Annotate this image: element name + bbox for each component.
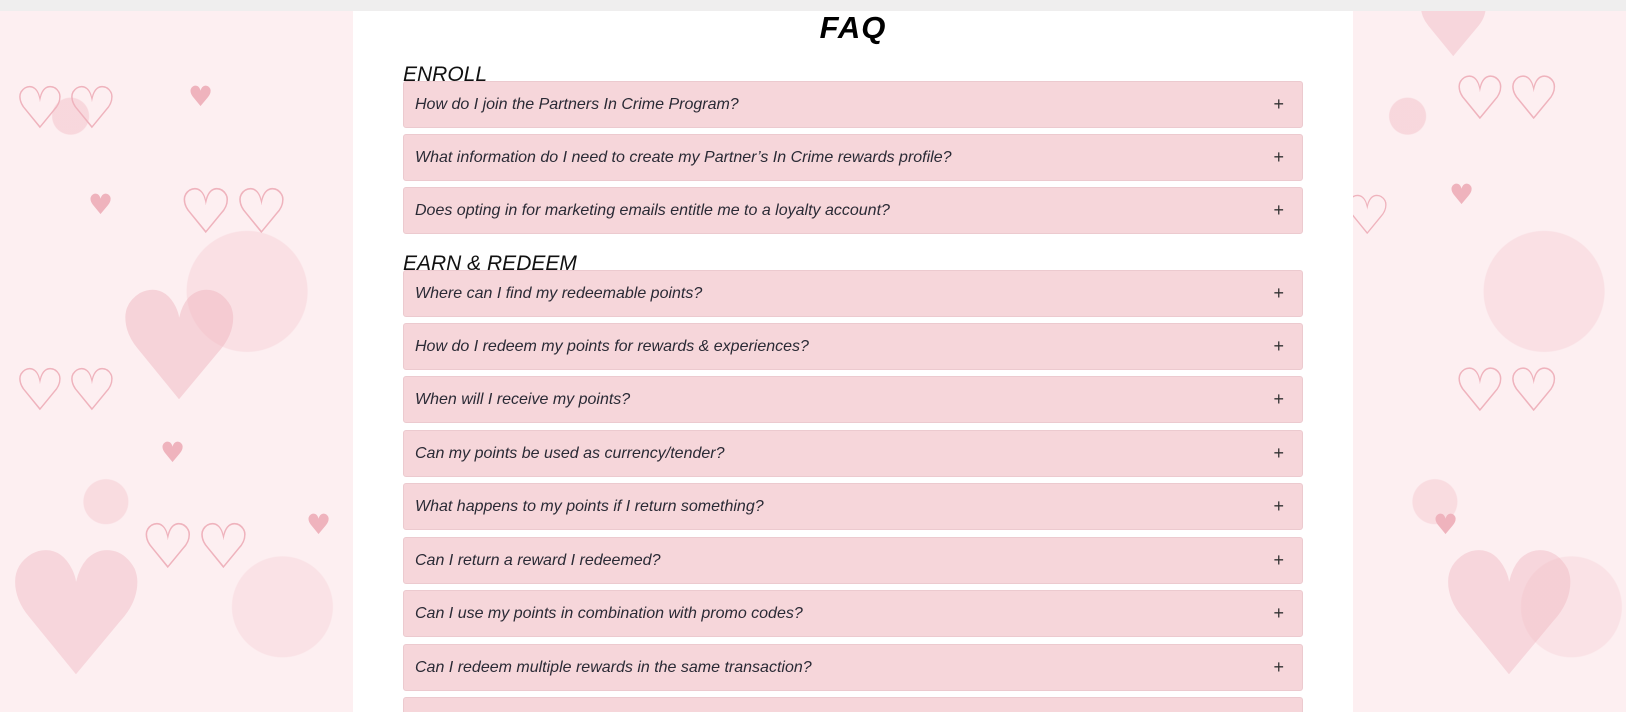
faq-item[interactable]: Does opting in for marketing emails enti… — [403, 187, 1303, 234]
background-pattern-right: ♥ ♡♡ ♥ ♡ ♡♡ ♥ ♥ — [1353, 11, 1626, 712]
plus-icon[interactable]: + — [1273, 538, 1284, 583]
plus-icon[interactable]: + — [1273, 591, 1284, 636]
faq-question: How do I join the Partners In Crime Prog… — [415, 96, 739, 113]
faq-question: Can I redeem multiple rewards in the sam… — [415, 659, 812, 676]
heart-icon: ♥ — [112, 261, 247, 435]
plus-icon[interactable]: + — [1273, 431, 1284, 476]
faq-question: Can my points be used as currency/tender… — [415, 445, 725, 462]
handcuff-icon: ♡♡ — [14, 74, 118, 142]
plus-icon[interactable]: + — [1273, 377, 1284, 422]
faq-item[interactable]: What happens to my points if I return so… — [403, 483, 1303, 530]
faq-item[interactable]: When will I receive my points? + — [403, 376, 1303, 423]
faq-question: What happens to my points if I return so… — [415, 498, 764, 515]
plus-icon[interactable]: + — [1273, 188, 1284, 233]
faq-item[interactable]: What information do I need to create my … — [403, 134, 1303, 181]
heart-icon: ♥ — [188, 80, 214, 113]
plus-icon[interactable]: + — [1273, 645, 1284, 690]
faq-item-partial[interactable] — [403, 697, 1303, 712]
plus-icon[interactable]: + — [1273, 82, 1284, 127]
handcuff-icon: ♡ — [1353, 184, 1392, 247]
heart-icon: ♥ — [1433, 517, 1586, 712]
faq-item[interactable]: Can my points be used as currency/tender… — [403, 430, 1303, 477]
page-title: FAQ — [819, 10, 887, 45]
faq-item[interactable]: How do I redeem my points for rewards & … — [403, 323, 1303, 370]
faq-question: Where can I find my redeemable points? — [415, 285, 703, 302]
heart-icon: ♥ — [1449, 178, 1475, 211]
handcuff-icon: ♡♡ — [1453, 64, 1561, 134]
faq-item[interactable]: Can I use my points in combination with … — [403, 590, 1303, 637]
top-strip — [0, 0, 1626, 11]
handcuff-icon: ♡♡ — [1453, 356, 1561, 426]
background-pattern-left: ♡♡ ♥ ♡♡ ♥ ♥ ♡♡ ♥ ♡♡ ♥ ♥ — [0, 11, 353, 712]
faq-item[interactable]: Can I return a reward I redeemed? + — [403, 537, 1303, 584]
faq-question: Does opting in for marketing emails enti… — [415, 202, 890, 219]
faq-question: How do I redeem my points for rewards & … — [415, 338, 809, 355]
faq-item[interactable]: How do I join the Partners In Crime Prog… — [403, 81, 1303, 128]
faq-question: What information do I need to create my … — [415, 149, 952, 166]
faq-item[interactable]: Where can I find my redeemable points? + — [403, 270, 1303, 317]
faq-question: When will I receive my points? — [415, 391, 631, 408]
heart-icon: ♥ — [1413, 11, 1494, 78]
plus-icon[interactable]: + — [1273, 484, 1284, 529]
faq-panel: FAQ ENROLL How do I join the Partners In… — [353, 11, 1353, 712]
faq-question: Can I return a reward I redeemed? — [415, 552, 661, 569]
handcuff-icon: ♡♡ — [14, 356, 118, 424]
handcuff-icon: ♡♡ — [140, 510, 252, 583]
plus-icon[interactable]: + — [1273, 135, 1284, 180]
heart-icon: ♥ — [306, 508, 332, 541]
faq-question: Can I use my points in combination with … — [415, 605, 803, 622]
plus-icon[interactable]: + — [1273, 271, 1284, 316]
handcuff-icon: ♡♡ — [178, 175, 290, 248]
faq-item[interactable]: Can I redeem multiple rewards in the sam… — [403, 644, 1303, 691]
heart-icon: ♥ — [0, 517, 153, 712]
plus-icon[interactable]: + — [1273, 324, 1284, 369]
heart-icon: ♥ — [160, 436, 186, 469]
heart-icon: ♥ — [88, 188, 114, 221]
